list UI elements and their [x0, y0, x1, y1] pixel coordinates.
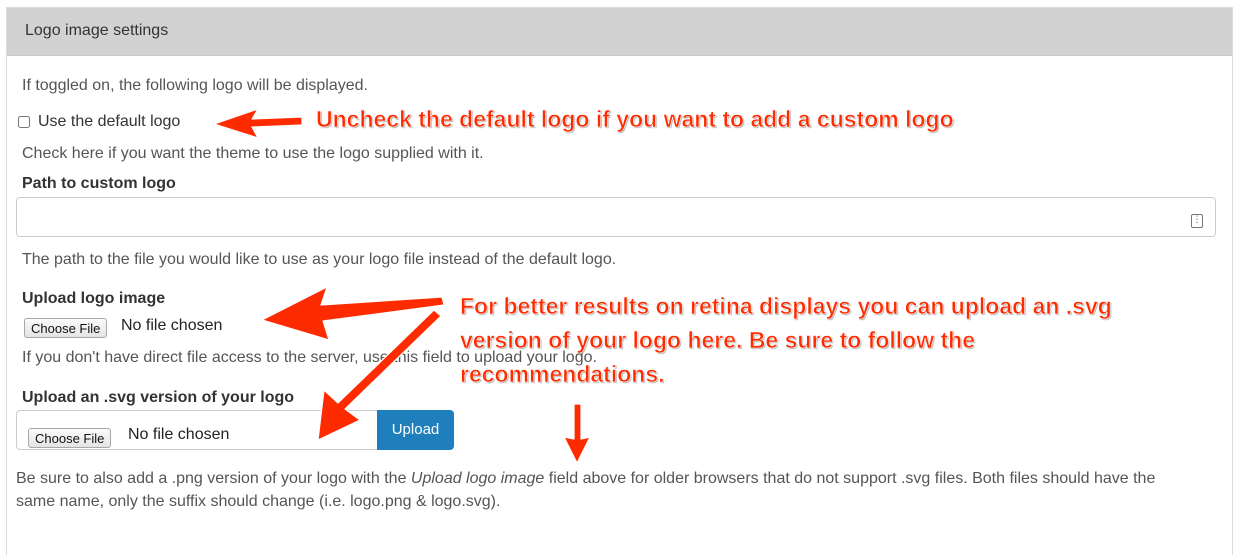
custom-path-help: The path to the file you would like to u… — [22, 251, 617, 268]
default-logo-help: Check here if you want the theme to use … — [22, 145, 484, 162]
upload-logo-label: Upload logo image — [22, 290, 166, 307]
default-logo-checkbox[interactable] — [18, 116, 30, 128]
upload-logo-choose-file-button[interactable]: Choose File — [24, 318, 108, 338]
custom-path-label: Path to custom logo — [22, 175, 176, 192]
note-emphasis: Upload logo image — [410, 470, 545, 487]
upload-button[interactable]: Upload — [377, 410, 454, 450]
annotation-retina-line3: recommendations. — [460, 361, 665, 388]
upload-logo-status: No file chosen — [121, 317, 223, 334]
upload-svg-label: Upload an .svg version of your logo — [22, 389, 295, 406]
annotation-retina-line2: version of your logo here. Be sure to fo… — [460, 327, 976, 354]
autofill-icon: ⋮ — [1191, 214, 1203, 228]
upload-svg-choose-file-button[interactable]: Choose File — [28, 428, 112, 448]
panel-header: Logo image settings — [7, 8, 1232, 56]
custom-path-input[interactable] — [16, 197, 1216, 237]
intro-text: If toggled on, the following logo will b… — [22, 77, 368, 94]
annotation-uncheck: Uncheck the default logo if you want to … — [316, 106, 954, 133]
annotation-retina-line1: For better results on retina displays yo… — [460, 293, 1112, 320]
default-logo-label[interactable]: Use the default logo — [38, 113, 180, 131]
panel-title: Logo image settings — [25, 22, 169, 39]
upload-svg-status: No file chosen — [128, 426, 230, 443]
svg-note: Be sure to also add a .png version of yo… — [16, 470, 1156, 510]
